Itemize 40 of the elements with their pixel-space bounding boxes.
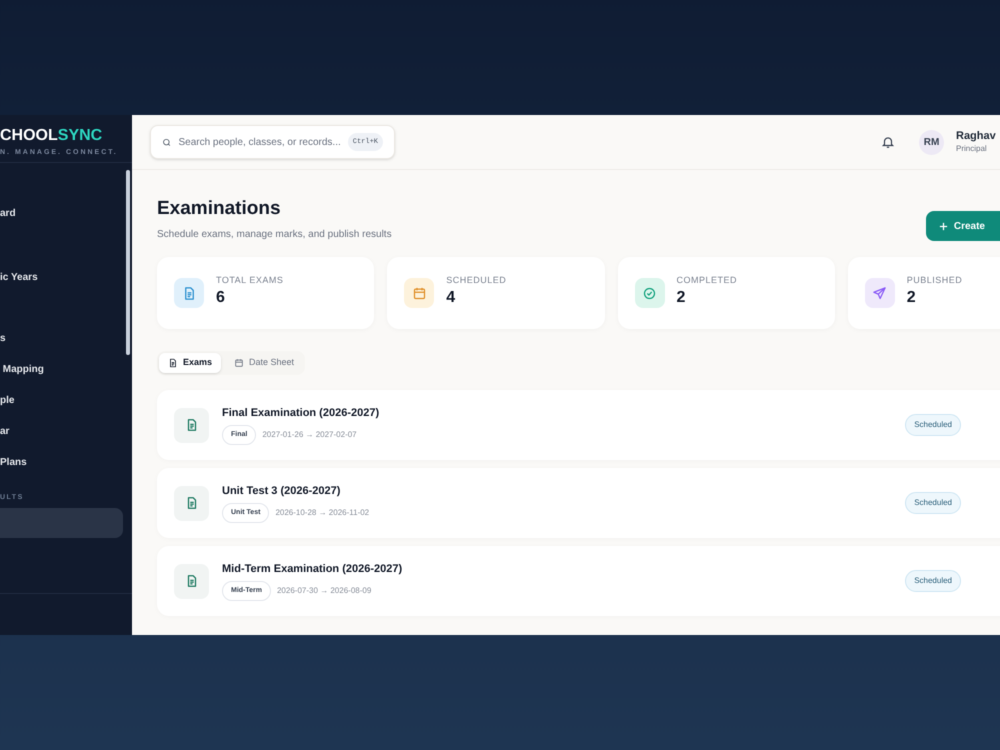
stat-label: SCHEDULED: [446, 274, 506, 287]
exam-dates: 2026-07-30 → 2026-08-09: [276, 584, 372, 597]
check-circle-icon: [642, 286, 657, 300]
page-title: Examinations: [157, 198, 282, 220]
tab[interactable]: Date Sheet: [225, 353, 304, 373]
user-role: Principal: [956, 142, 988, 154]
stat-value: 6: [216, 288, 226, 308]
exam-dates: 2026-10-28 → 2026-11-02: [275, 506, 370, 519]
sidebar-item[interactable]: s: [0, 328, 6, 348]
create-button[interactable]: Create: [926, 211, 1000, 241]
tab[interactable]: Exams: [159, 353, 222, 373]
stat-value: 2: [906, 288, 917, 308]
send-icon: [872, 286, 888, 300]
sidebar-item[interactable]: Plans: [0, 452, 27, 472]
exam-title: Mid-Term Examination (2026-2027): [222, 562, 404, 577]
status-badge: Scheduled: [905, 414, 961, 436]
sidebar-item[interactable]: ard: [0, 203, 16, 223]
user-name: Raghav: [956, 130, 997, 142]
plus-icon: [938, 222, 948, 230]
stat-label: PUBLISHED: [906, 274, 962, 287]
sidebar-item[interactable]: Mapping: [0, 359, 44, 379]
document-icon: [168, 358, 178, 368]
sidebar-item[interactable]: ic Years: [0, 267, 38, 287]
status-badge: Scheduled: [905, 492, 961, 514]
sidebar-item[interactable]: ple: [0, 390, 14, 410]
exam-title: Final Examination (2026-2027): [222, 406, 380, 421]
user-avatar[interactable]: RM: [919, 130, 944, 154]
sidebar-item[interactable]: ar: [0, 421, 10, 441]
exam-dates: 2027-01-26 → 2027-02-07: [262, 428, 357, 441]
stat-label: TOTAL EXAMS: [216, 274, 284, 287]
calendar-icon: [412, 286, 427, 300]
exam-title: Unit Test 3 (2026-2027): [222, 484, 342, 499]
page-subtitle: Schedule exams, manage marks, and publish results: [157, 228, 392, 242]
stat-value: 2: [676, 288, 686, 308]
notification-icon[interactable]: [881, 135, 895, 149]
logo: CHOOLSYNC: [0, 127, 102, 145]
stat-label: COMPLETED: [676, 274, 738, 287]
stat-value: 4: [446, 288, 456, 308]
calendar-icon: [234, 358, 244, 368]
status-badge: Scheduled: [905, 570, 961, 592]
